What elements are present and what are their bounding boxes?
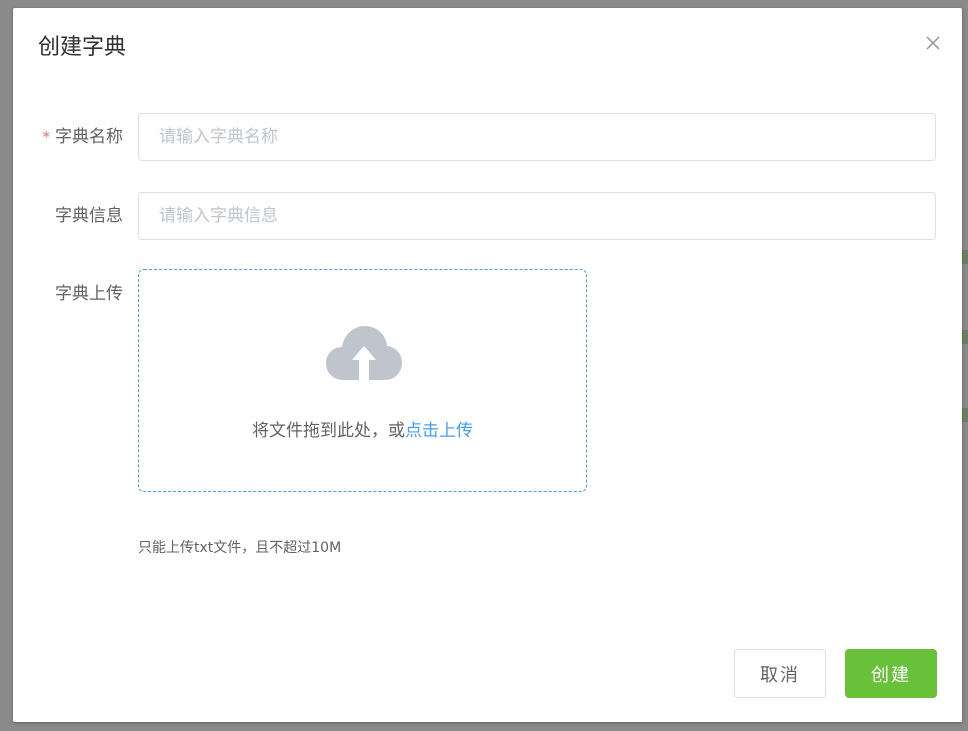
cloud-upload-icon <box>326 326 402 380</box>
create-dictionary-dialog: 创建字典 *字典名称 字典信息 字典上传 将文件拖到此处，或点击上传 只能上传t… <box>13 8 962 722</box>
upload-dropzone[interactable]: 将文件拖到此处，或点击上传 <box>138 269 587 492</box>
create-button[interactable]: 创建 <box>845 649 937 698</box>
backdrop-edge-mark <box>962 250 968 264</box>
upload-label: 字典上传 <box>55 284 123 304</box>
close-button[interactable] <box>924 34 942 52</box>
close-icon <box>926 36 940 50</box>
click-upload-link[interactable]: 点击上传 <box>405 421 473 441</box>
cancel-button[interactable]: 取消 <box>734 649 826 698</box>
dictionary-name-input[interactable] <box>138 113 936 161</box>
required-mark: * <box>42 128 51 146</box>
info-label: 字典信息 <box>55 206 123 226</box>
dialog-title: 创建字典 <box>38 35 127 60</box>
name-label-wrap: * 字典名称 <box>13 113 124 161</box>
backdrop-edge-mark <box>962 408 968 422</box>
upload-tip: 只能上传txt文件，且不超过10M <box>138 540 342 556</box>
dictionary-info-input[interactable] <box>138 192 936 240</box>
upload-drag-text: 将文件拖到此处，或点击上传 <box>139 416 586 441</box>
name-label: 字典名称 <box>55 127 123 147</box>
upload-drag-hint: 将文件拖到此处，或 <box>252 421 405 441</box>
backdrop-edge-mark <box>962 330 968 344</box>
